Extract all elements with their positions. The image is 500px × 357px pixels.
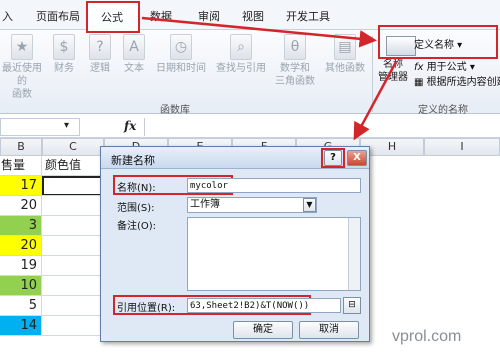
arrow-to-define-name [141, 16, 377, 48]
arrow-to-dialog [353, 61, 398, 141]
annotation-arrows [141, 16, 398, 141]
watermark: vprol.com [392, 328, 462, 345]
